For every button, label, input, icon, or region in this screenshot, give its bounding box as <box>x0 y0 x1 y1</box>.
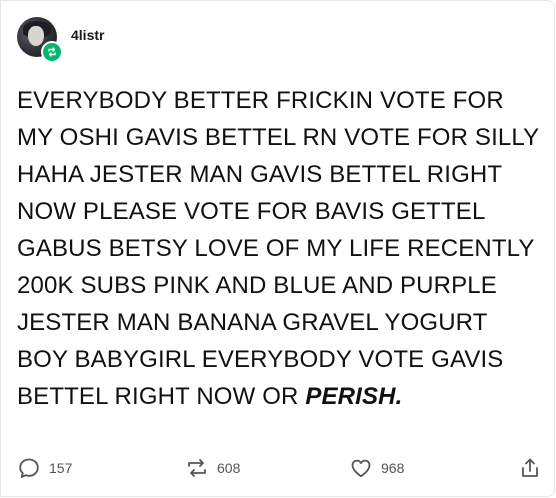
like-button[interactable]: 968 <box>349 456 404 480</box>
post-card: 4listr EVERYBODY BETTER FRICKIN VOTE FOR… <box>0 0 555 497</box>
reblog-button[interactable]: 608 <box>185 456 240 480</box>
reblog-icon <box>185 456 209 480</box>
post-emphasis: PERISH. <box>305 383 403 410</box>
reply-count: 157 <box>49 460 73 476</box>
post-header: 4listr <box>17 17 104 63</box>
avatar-face <box>28 26 44 46</box>
share-button[interactable] <box>518 456 542 480</box>
like-count: 968 <box>381 460 405 476</box>
post-body: EVERYBODY BETTER FRICKIN VOTE FOR MY OSH… <box>17 82 542 415</box>
avatar[interactable] <box>17 17 63 63</box>
reply-button[interactable]: 157 <box>17 456 72 480</box>
reblog-count: 608 <box>217 460 241 476</box>
comment-icon <box>17 456 41 480</box>
share-icon <box>518 456 542 480</box>
username[interactable]: 4listr <box>71 27 104 43</box>
heart-icon <box>349 456 373 480</box>
post-actions: 157 608 968 <box>17 456 542 482</box>
post-text: EVERYBODY BETTER FRICKIN VOTE FOR MY OSH… <box>17 87 539 410</box>
reblog-badge-icon <box>41 41 63 63</box>
